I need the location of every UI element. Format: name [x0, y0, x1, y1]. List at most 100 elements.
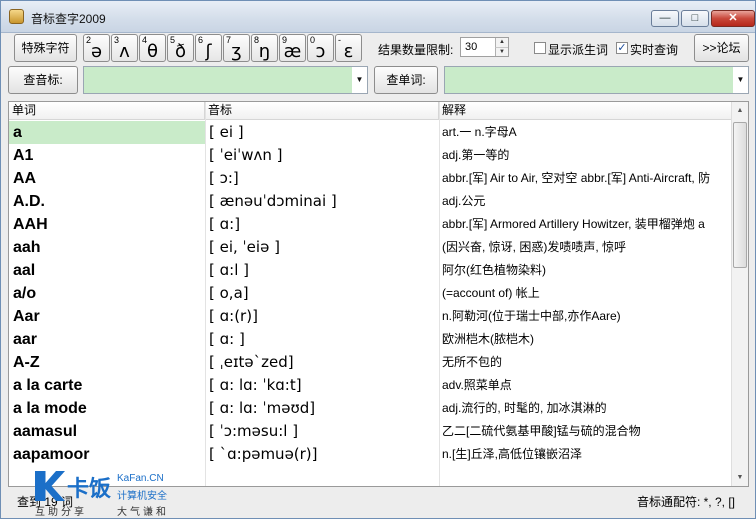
symbol-button[interactable]: 7ʒ	[223, 34, 250, 62]
maximize-button[interactable]: □	[681, 10, 709, 27]
definition-cell[interactable]: abbr.[军] Air to Air, 空对空 abbr.[军] Anti-A…	[439, 167, 732, 190]
table-row[interactable]: aapamoor[ ˋɑ:pəmuə(r)] n.[生]丘泽,高低位镶嵌沼泽	[9, 443, 732, 466]
table-row[interactable]: a/o[ o,a] (=account of) 帐上	[9, 282, 732, 305]
word-cell[interactable]: AA	[9, 167, 205, 190]
phonetic-cell[interactable]: [ ɑ: lɑ: ˈkɑ:t]	[205, 374, 439, 397]
table-row[interactable]: AA[ ɔ:] abbr.[军] Air to Air, 空对空 abbr.[军]…	[9, 167, 732, 190]
phonetic-cell[interactable]: [ ˈɔ:məsu:l ]	[205, 420, 439, 443]
symbol-char: θ	[146, 41, 158, 62]
table-row[interactable]: aar[ ɑ: ] 欧洲桤木(脓桤木)	[9, 328, 732, 351]
word-cell[interactable]: aal	[9, 259, 205, 282]
definition-cell[interactable]: 阿尔(红色植物染料)	[439, 259, 732, 282]
result-limit-spinner[interactable]: 30 ▲ ▼	[460, 37, 509, 57]
phonetic-cell[interactable]: [ ɑ: ]	[205, 328, 439, 351]
word-cell[interactable]: Aar	[9, 305, 205, 328]
results-list[interactable]: 单词 音标 解释 a[ ei ] art.一 n.字母A A1[ ˈeiˈwʌn ]…	[8, 101, 749, 487]
phonetic-cell[interactable]: [ ɑ:l ]	[205, 259, 439, 282]
phonetic-cell[interactable]: [ ei, ˈeiə ]	[205, 236, 439, 259]
word-cell[interactable]: a la carte	[9, 374, 205, 397]
word-cell[interactable]: a/o	[9, 282, 205, 305]
show-derived-label[interactable]: 显示派生词	[548, 41, 608, 58]
table-row[interactable]: AAH[ ɑ:] abbr.[军] Armored Artillery Howit…	[9, 213, 732, 236]
phonetic-input[interactable]: ▼	[83, 66, 368, 94]
vertical-scrollbar[interactable]: ▲ ▼	[731, 102, 748, 486]
table-row[interactable]: aal[ ɑ:l ] 阿尔(红色植物染料)	[9, 259, 732, 282]
definition-cell[interactable]: n.阿勒河(位于瑞士中部,亦作Aare)	[439, 305, 732, 328]
search-phonetic-button[interactable]: 查音标:	[8, 66, 78, 94]
table-row[interactable]: a[ ei ] art.一 n.字母A	[9, 121, 732, 144]
symbol-button[interactable]: -ɛ	[335, 34, 362, 62]
symbol-button[interactable]: 8ŋ	[251, 34, 278, 62]
phonetic-cell[interactable]: [ ˈeiˈwʌn ]	[205, 144, 439, 167]
scroll-up-icon[interactable]: ▲	[732, 102, 748, 119]
forum-button[interactable]: >>论坛	[694, 34, 749, 62]
word-cell[interactable]: aar	[9, 328, 205, 351]
word-cell[interactable]: a la mode	[9, 397, 205, 420]
table-row[interactable]: aah[ ei, ˈeiə ] (因兴奋, 惊讶, 困惑)发啧啧声, 惊呼	[9, 236, 732, 259]
phonetic-cell[interactable]: [ ɔ:]	[205, 167, 439, 190]
minimize-button[interactable]: —	[651, 10, 679, 27]
scroll-down-icon[interactable]: ▼	[732, 469, 748, 486]
definition-cell[interactable]: (=account of) 帐上	[439, 282, 732, 305]
close-button[interactable]: ✕	[711, 10, 755, 27]
column-header-definition[interactable]: 解释	[439, 102, 732, 120]
word-cell[interactable]: aapamoor	[9, 443, 205, 466]
definition-cell[interactable]: adj.第一等的	[439, 144, 732, 167]
chevron-down-icon[interactable]: ▼	[733, 67, 748, 93]
symbol-button[interactable]: 5ð	[167, 34, 194, 62]
definition-cell[interactable]: abbr.[军] Armored Artillery Howitzer, 装甲榴…	[439, 213, 732, 236]
search-word-button[interactable]: 查单词:	[374, 66, 438, 94]
table-row[interactable]: A.D.[ ænəuˈdɔminai ] adj.公元	[9, 190, 732, 213]
phonetic-cell[interactable]: [ o,a]	[205, 282, 439, 305]
definition-cell[interactable]: art.一 n.字母A	[439, 121, 732, 144]
watermark-brand: 卡饭	[67, 477, 112, 502]
symbol-button[interactable]: 3ʌ	[111, 34, 138, 62]
symbol-button[interactable]: 0ɔ	[307, 34, 334, 62]
table-row[interactable]: aamasul[ ˈɔ:məsu:l ] 乙二[二硫代氨基甲酸]锰与硫的混合物	[9, 420, 732, 443]
chevron-down-icon[interactable]: ▼	[352, 67, 367, 93]
symbol-button[interactable]: 9æ	[279, 34, 306, 62]
result-limit-value[interactable]: 30	[465, 41, 477, 53]
word-cell[interactable]: AAH	[9, 213, 205, 236]
column-header-word[interactable]: 单词	[9, 102, 205, 120]
word-cell[interactable]: A-Z	[9, 351, 205, 374]
definition-cell[interactable]: 乙二[二硫代氨基甲酸]锰与硫的混合物	[439, 420, 732, 443]
phonetic-cell[interactable]: [ ænəuˈdɔminai ]	[205, 190, 439, 213]
table-row[interactable]: A-Z[ ˌeɪtəˋzed] 无所不包的	[9, 351, 732, 374]
scroll-thumb[interactable]	[733, 122, 747, 268]
word-cell[interactable]: A1	[9, 144, 205, 167]
definition-cell[interactable]: adj.流行的, 时髦的, 加冰淇淋的	[439, 397, 732, 420]
special-chars-button[interactable]: 特殊字符	[14, 34, 77, 62]
definition-cell[interactable]: 欧洲桤木(脓桤木)	[439, 328, 732, 351]
symbol-button[interactable]: 6ʃ	[195, 34, 222, 62]
phonetic-cell[interactable]: [ ei ]	[205, 121, 439, 144]
word-cell[interactable]: a	[9, 121, 205, 144]
definition-cell[interactable]: n.[生]丘泽,高低位镶嵌沼泽	[439, 443, 732, 466]
word-input[interactable]: ▼	[444, 66, 749, 94]
symbol-button[interactable]: 2ə	[83, 34, 110, 62]
window-title: 音标查字2009	[31, 12, 106, 26]
spin-down-icon[interactable]: ▼	[495, 47, 508, 56]
table-row[interactable]: Aar[ ɑ:(r)] n.阿勒河(位于瑞士中部,亦作Aare)	[9, 305, 732, 328]
spin-up-icon[interactable]: ▲	[495, 38, 508, 47]
phonetic-cell[interactable]: [ ˌeɪtəˋzed]	[205, 351, 439, 374]
show-derived-checkbox[interactable]	[534, 42, 546, 54]
phonetic-cell[interactable]: [ ɑ:]	[205, 213, 439, 236]
table-row[interactable]: a la mode[ ɑ: lɑ: ˈməʊd] adj.流行的, 时髦的, 加冰…	[9, 397, 732, 420]
word-cell[interactable]: aah	[9, 236, 205, 259]
word-cell[interactable]: A.D.	[9, 190, 205, 213]
phonetic-cell[interactable]: [ ɑ:(r)]	[205, 305, 439, 328]
word-cell[interactable]: aamasul	[9, 420, 205, 443]
table-row[interactable]: A1[ ˈeiˈwʌn ] adj.第一等的	[9, 144, 732, 167]
realtime-label[interactable]: 实时查询	[630, 41, 678, 58]
realtime-checkbox[interactable]: ✓	[616, 42, 628, 54]
definition-cell[interactable]: adj.公元	[439, 190, 732, 213]
table-row[interactable]: a la carte[ ɑ: lɑ: ˈkɑ:t] adv.照菜单点	[9, 374, 732, 397]
phonetic-cell[interactable]: [ ˋɑ:pəmuə(r)]	[205, 443, 439, 466]
definition-cell[interactable]: adv.照菜单点	[439, 374, 732, 397]
phonetic-cell[interactable]: [ ɑ: lɑ: ˈməʊd]	[205, 397, 439, 420]
symbol-button[interactable]: 4θ	[139, 34, 166, 62]
column-header-phonetic[interactable]: 音标	[205, 102, 439, 120]
definition-cell[interactable]: (因兴奋, 惊讶, 困惑)发啧啧声, 惊呼	[439, 236, 732, 259]
definition-cell[interactable]: 无所不包的	[439, 351, 732, 374]
